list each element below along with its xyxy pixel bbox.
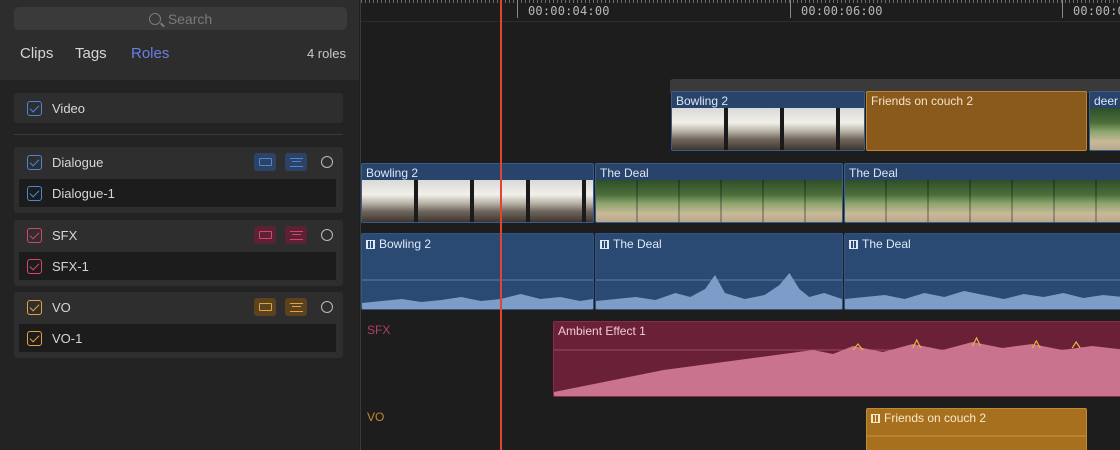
audio-waveform <box>554 336 1120 396</box>
clip-title-text: Friends on couch 2 <box>884 411 987 425</box>
vo-focus-icon[interactable] <box>321 301 333 313</box>
dialogue-focus-icon[interactable] <box>321 156 333 168</box>
role-label-vo: VO <box>52 299 71 315</box>
audio-clip[interactable]: Bowling 2 <box>361 233 594 310</box>
primary-clip[interactable]: Bowling 2 <box>361 163 594 223</box>
ruler-tick <box>517 0 518 18</box>
playhead[interactable] <box>500 0 502 450</box>
lane-label-sfx: SFX <box>367 323 391 337</box>
clip-title: deer <box>1094 94 1119 108</box>
subrole-row-dialogue-1[interactable]: Dialogue-1 <box>20 179 349 207</box>
audio-clip[interactable]: The Deal <box>844 233 1120 310</box>
tab-tags[interactable]: Tags <box>75 45 107 62</box>
audio-clip[interactable]: The Deal <box>595 233 843 310</box>
tab-roles[interactable]: Roles <box>131 45 169 62</box>
ruler-tick <box>1062 0 1063 18</box>
clip-title: Friends on couch 2 <box>871 411 986 425</box>
tab-clips[interactable]: Clips <box>20 45 53 62</box>
sfx-checkbox[interactable] <box>27 227 42 243</box>
filmstrip-icon <box>871 414 880 423</box>
role-row-video[interactable]: Video <box>14 93 343 123</box>
filmstrip-icon <box>849 240 858 249</box>
role-label-video: Video <box>52 100 86 116</box>
audio-waveform <box>362 279 593 309</box>
dialogue-subrole-lanes-icon[interactable] <box>285 153 307 171</box>
ruler-timecode: 00:00:08:00 <box>1073 4 1120 18</box>
primary-clip[interactable]: The Deal <box>595 163 843 223</box>
search-placeholder: Search <box>167 10 213 27</box>
search-icon <box>148 12 161 25</box>
primary-clip[interactable]: The Deal <box>844 163 1120 223</box>
clip-title: Bowling 2 <box>676 94 729 108</box>
subrole-row-sfx-1[interactable]: SFX-1 <box>20 252 349 280</box>
dialogue-checkbox[interactable] <box>27 154 42 170</box>
subrole-label-vo-1: VO-1 <box>52 330 83 346</box>
filmstrip-icon <box>366 240 375 249</box>
clip-title: Bowling 2 <box>366 166 419 180</box>
vo-subrole-lanes-icon[interactable] <box>285 298 307 316</box>
vo-checkbox[interactable] <box>27 299 42 315</box>
index-header: Search Clips Tags Roles 4 roles <box>0 0 359 80</box>
role-label-sfx: SFX <box>52 227 78 243</box>
role-label-dialogue: Dialogue <box>52 154 104 170</box>
clip-thumbnails <box>845 180 1120 222</box>
clip-thumbnails <box>362 180 593 222</box>
sfx-1-checkbox[interactable] <box>27 258 42 274</box>
dialogue-1-checkbox[interactable] <box>27 185 42 201</box>
audio-waveform <box>867 435 1086 437</box>
vo-lane-icon[interactable] <box>254 298 276 316</box>
subrole-label-dialogue-1: Dialogue-1 <box>52 185 115 201</box>
subrole-label-sfx-1: SFX-1 <box>52 258 89 274</box>
ruler-timecode: 00:00:04:00 <box>528 4 610 18</box>
clip-title: The Deal <box>849 166 898 180</box>
sfx-subrole-lanes-icon[interactable] <box>285 226 307 244</box>
clip-thumbnails <box>1090 108 1120 150</box>
roles-count: 4 roles <box>306 46 346 61</box>
clip-title: The Deal <box>600 166 649 180</box>
connected-clip[interactable]: deer <box>1089 91 1120 151</box>
audio-waveform <box>845 279 1120 309</box>
ruler-minor-ticks <box>361 0 1120 3</box>
clip-title: Friends on couch 2 <box>871 94 974 108</box>
connected-clip[interactable]: Bowling 2 <box>671 91 865 151</box>
vo-clip[interactable]: Friends on couch 2 <box>866 408 1087 450</box>
subrole-row-vo-1[interactable]: VO-1 <box>20 324 349 352</box>
dialogue-lane-icon[interactable] <box>254 153 276 171</box>
vo-1-checkbox[interactable] <box>27 330 42 346</box>
timeline[interactable]: 00:00:04:00 00:00:06:00 00:00:08:00 Bowl… <box>360 0 1120 450</box>
sfx-focus-icon[interactable] <box>321 229 333 241</box>
ruler-tick <box>790 0 791 18</box>
video-checkbox[interactable] <box>27 100 42 116</box>
clip-thumbnails <box>596 180 842 222</box>
timeline-index-pane: Search Clips Tags Roles 4 roles Video Di… <box>0 0 359 450</box>
search-field[interactable]: Search <box>14 7 347 30</box>
divider <box>14 134 343 135</box>
timeline-ruler[interactable]: 00:00:04:00 00:00:06:00 00:00:08:00 <box>361 0 1120 22</box>
clip-thumbnails <box>672 108 864 150</box>
sfx-lane-icon[interactable] <box>254 226 276 244</box>
filmstrip-icon <box>600 240 609 249</box>
connected-clip-selected[interactable]: Friends on couch 2 <box>866 91 1087 151</box>
audio-waveform <box>596 273 842 309</box>
sfx-clip[interactable]: Ambient Effect 1 <box>553 321 1120 397</box>
ruler-timecode: 00:00:06:00 <box>801 4 883 18</box>
lane-label-vo: VO <box>367 410 385 424</box>
